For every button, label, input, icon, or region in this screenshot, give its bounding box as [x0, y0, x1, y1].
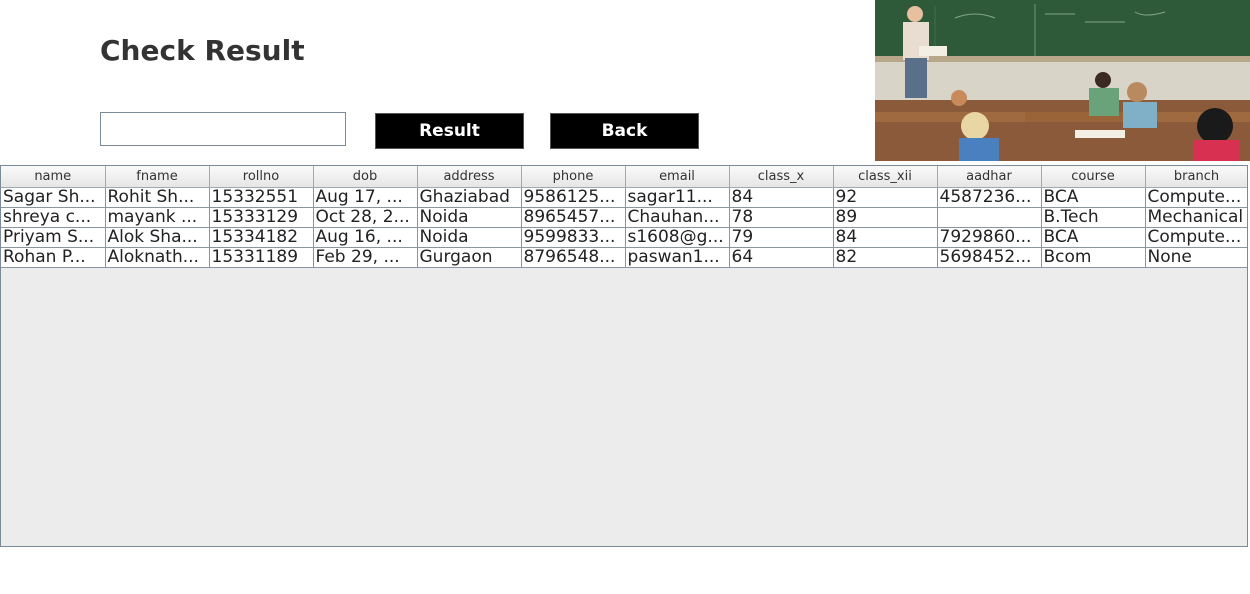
table-cell[interactable]: 15331189: [209, 247, 314, 268]
column-header-name[interactable]: name: [1, 166, 106, 188]
table-cell[interactable]: paswan1...: [625, 247, 730, 268]
table-cell[interactable]: 79: [729, 227, 834, 248]
table-cell[interactable]: 8965457...: [521, 207, 626, 228]
table-cell[interactable]: Oct 28, 2...: [313, 207, 418, 228]
classroom-photo: [875, 0, 1250, 161]
column-header-class-xii[interactable]: class_xii: [833, 166, 938, 188]
table-cell[interactable]: BCA: [1041, 187, 1146, 208]
table-cell[interactable]: s1608@g...: [625, 227, 730, 248]
table-cell[interactable]: Noida: [417, 227, 522, 248]
table-cell[interactable]: Chauhan...: [625, 207, 730, 228]
table-cell[interactable]: Mechanical: [1145, 207, 1247, 228]
column-header-course[interactable]: course: [1041, 166, 1146, 188]
table-cell[interactable]: 9599833...: [521, 227, 626, 248]
table-cell[interactable]: 4587236...: [937, 187, 1042, 208]
table-cell[interactable]: mayank ...: [105, 207, 210, 228]
table-row[interactable]: shreya c... mayank ... 15333129 Oct 28, …: [1, 207, 1247, 228]
table-cell[interactable]: 7929860...: [937, 227, 1042, 248]
table-cell[interactable]: 15333129: [209, 207, 314, 228]
back-button[interactable]: Back: [550, 113, 699, 149]
table-cell[interactable]: Priyam S...: [1, 227, 106, 248]
column-header-class-x[interactable]: class_x: [729, 166, 834, 188]
table-cell[interactable]: 15334182: [209, 227, 314, 248]
column-header-branch[interactable]: branch: [1145, 166, 1247, 188]
table-cell[interactable]: Rohan P...: [1, 247, 106, 268]
table-cell[interactable]: Gurgaon: [417, 247, 522, 268]
table-cell[interactable]: Noida: [417, 207, 522, 228]
table-header-row: name fname rollno dob address phone emai…: [1, 166, 1247, 188]
table-row[interactable]: Priyam S... Alok Sha... 15334182 Aug 16,…: [1, 227, 1247, 248]
table-cell[interactable]: 84: [833, 227, 938, 248]
column-header-email[interactable]: email: [625, 166, 730, 188]
table-cell[interactable]: BCA: [1041, 227, 1146, 248]
table-row[interactable]: Sagar Sh... Rohit Sh... 15332551 Aug 17,…: [1, 187, 1247, 208]
result-button[interactable]: Result: [375, 113, 524, 149]
table-row[interactable]: Rohan P... Aloknath... 15331189 Feb 29, …: [1, 247, 1247, 268]
table-cell[interactable]: None: [1145, 247, 1247, 268]
table-cell[interactable]: 78: [729, 207, 834, 228]
rollno-search-input[interactable]: [100, 112, 346, 146]
table-cell[interactable]: Rohit Sh...: [105, 187, 210, 208]
table-cell[interactable]: Aug 17, ...: [313, 187, 418, 208]
page-title: Check Result: [100, 34, 305, 67]
table-cell[interactable]: 64: [729, 247, 834, 268]
results-table[interactable]: name fname rollno dob address phone emai…: [0, 165, 1248, 547]
table-cell[interactable]: 8796548...: [521, 247, 626, 268]
table-cell[interactable]: Sagar Sh...: [1, 187, 106, 208]
table-cell[interactable]: Alok Sha...: [105, 227, 210, 248]
column-header-phone[interactable]: phone: [521, 166, 626, 188]
table-cell[interactable]: 82: [833, 247, 938, 268]
column-header-fname[interactable]: fname: [105, 166, 210, 188]
table-cell[interactable]: Aloknath...: [105, 247, 210, 268]
table-cell[interactable]: B.Tech: [1041, 207, 1146, 228]
column-header-aadhar[interactable]: aadhar: [937, 166, 1042, 188]
table-cell[interactable]: [937, 207, 1042, 228]
table-cell[interactable]: Aug 16, ...: [313, 227, 418, 248]
table-cell[interactable]: sagar11...: [625, 187, 730, 208]
table-cell[interactable]: 84: [729, 187, 834, 208]
table-cell[interactable]: Bcom: [1041, 247, 1146, 268]
column-header-address[interactable]: address: [417, 166, 522, 188]
table-cell[interactable]: 9586125...: [521, 187, 626, 208]
column-header-rollno[interactable]: rollno: [209, 166, 314, 188]
column-header-dob[interactable]: dob: [313, 166, 418, 188]
table-cell[interactable]: 89: [833, 207, 938, 228]
table-cell[interactable]: 15332551: [209, 187, 314, 208]
table-cell[interactable]: Feb 29, ...: [313, 247, 418, 268]
table-cell[interactable]: Ghaziabad: [417, 187, 522, 208]
table-cell[interactable]: Compute...: [1145, 187, 1247, 208]
table-cell[interactable]: 92: [833, 187, 938, 208]
table-cell[interactable]: Compute...: [1145, 227, 1247, 248]
table-cell[interactable]: 5698452...: [937, 247, 1042, 268]
table-cell[interactable]: shreya c...: [1, 207, 106, 228]
